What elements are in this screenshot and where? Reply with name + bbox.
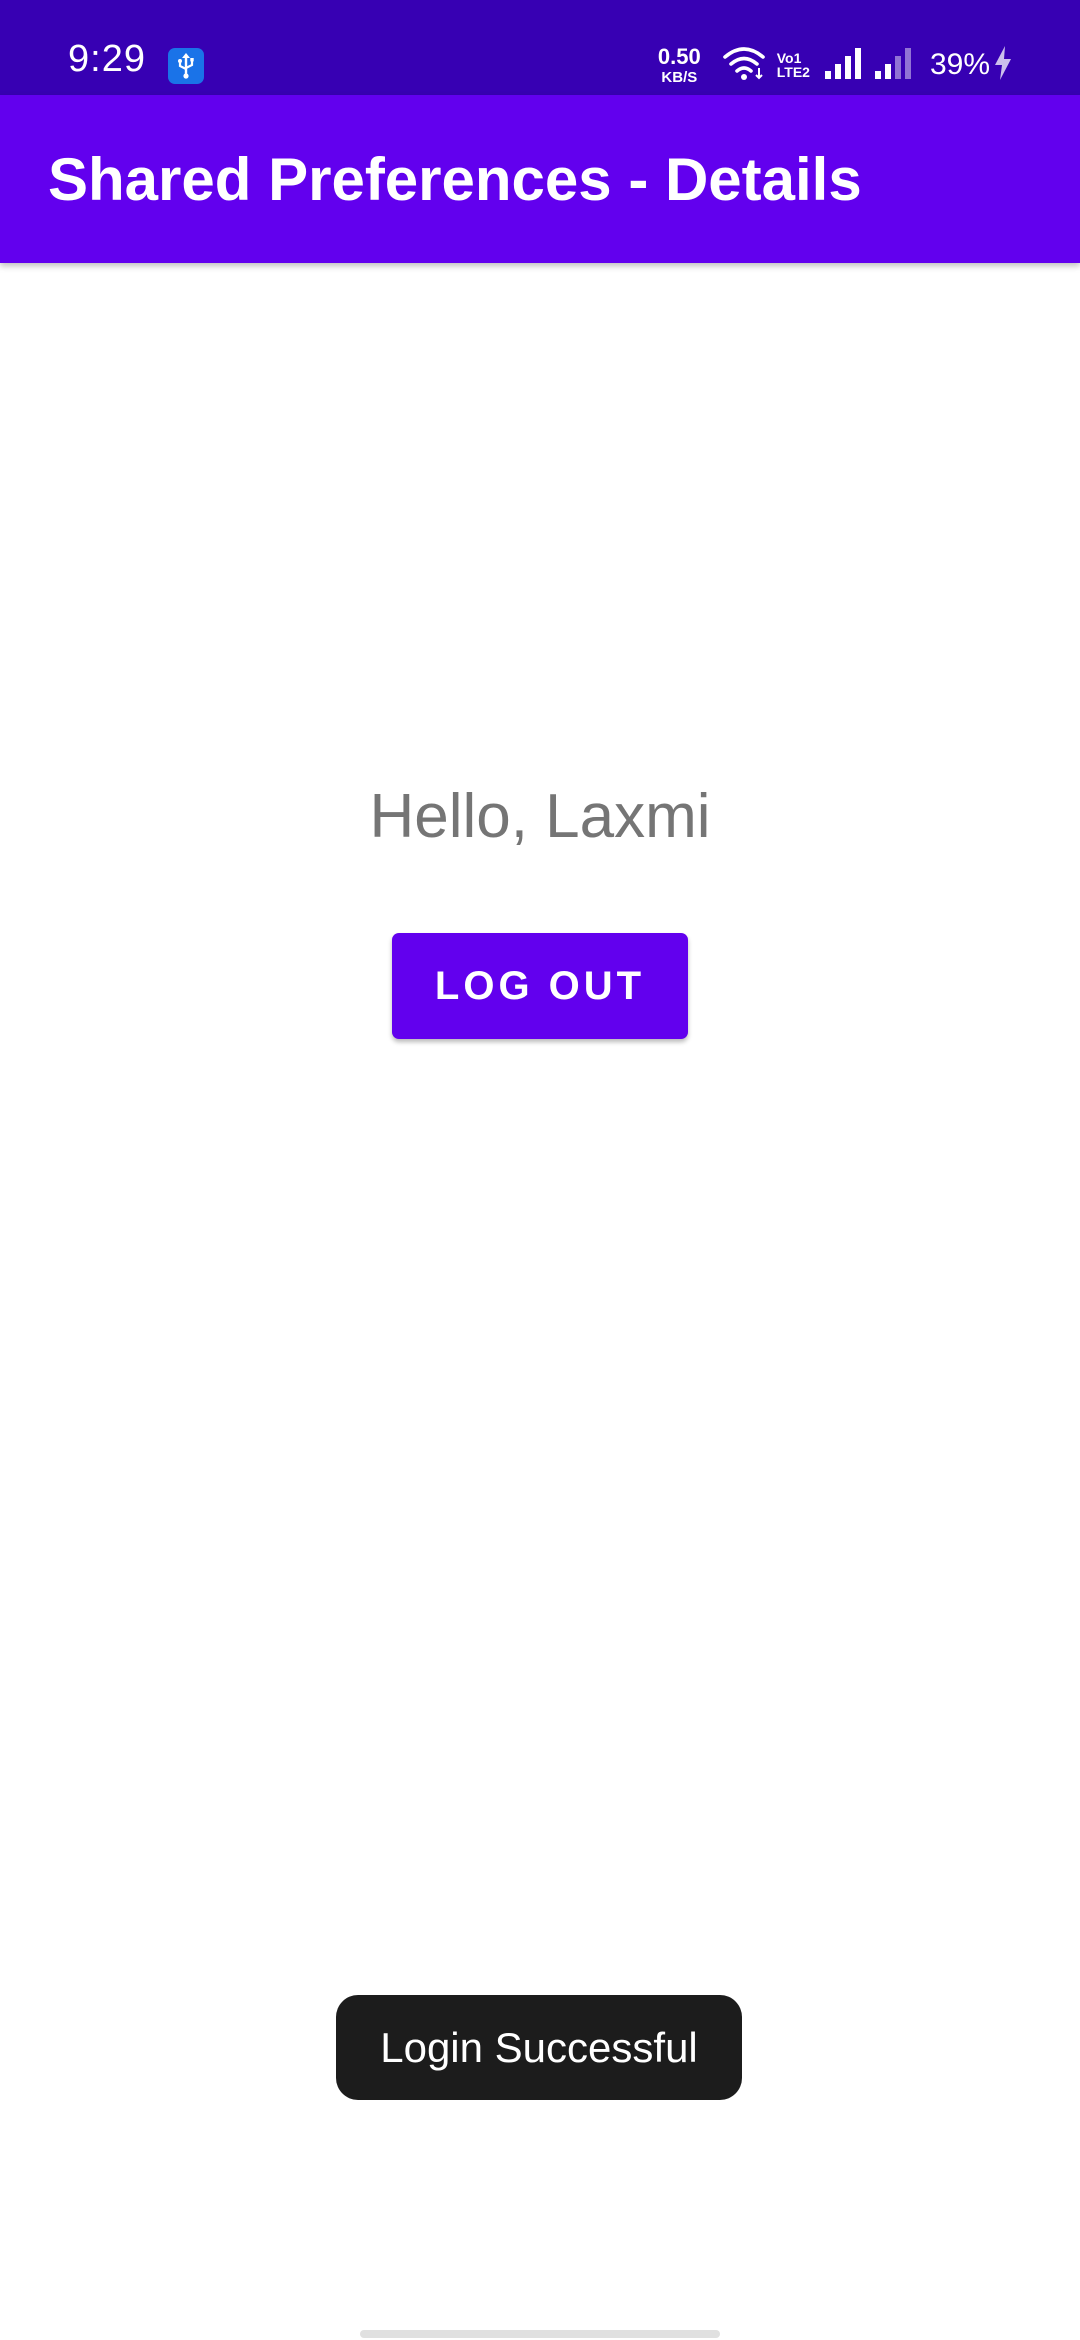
status-time: 9:29 [68,38,146,80]
greeting-text: Hello, Laxmi [369,782,711,851]
toast-message: Login Successful [336,1995,742,2100]
battery-percent: 39% [929,48,990,81]
charging-icon [994,45,1012,85]
signal-sim1-icon [824,47,864,84]
status-icons: 0.50 KB/S Vo1 LTE2 39% [658,44,1012,86]
logout-button[interactable]: LOG OUT [392,933,688,1039]
network-speed-unit: KB/S [661,68,698,86]
gesture-nav-bar[interactable] [360,2330,720,2338]
wifi-icon [722,46,765,85]
status-bar: 9:29 0.50 KB/S Vo1 LTE2 39% [0,0,1080,95]
screen: 9:29 0.50 KB/S Vo1 LTE2 39% Shared Prefe… [0,0,1080,2340]
network-speed: 0.50 KB/S [657,43,701,86]
signal-sim2-icon [874,47,914,84]
lte-label: LTE [776,64,803,80]
usb-icon [168,48,204,84]
page-title: Shared Preferences - Details [48,145,862,213]
sim2-label: 2 [802,64,810,80]
network-speed-value: 0.50 [657,43,701,69]
app-bar: Shared Preferences - Details [0,95,1080,263]
volte-indicator: Vo1 LTE2 [777,51,810,79]
